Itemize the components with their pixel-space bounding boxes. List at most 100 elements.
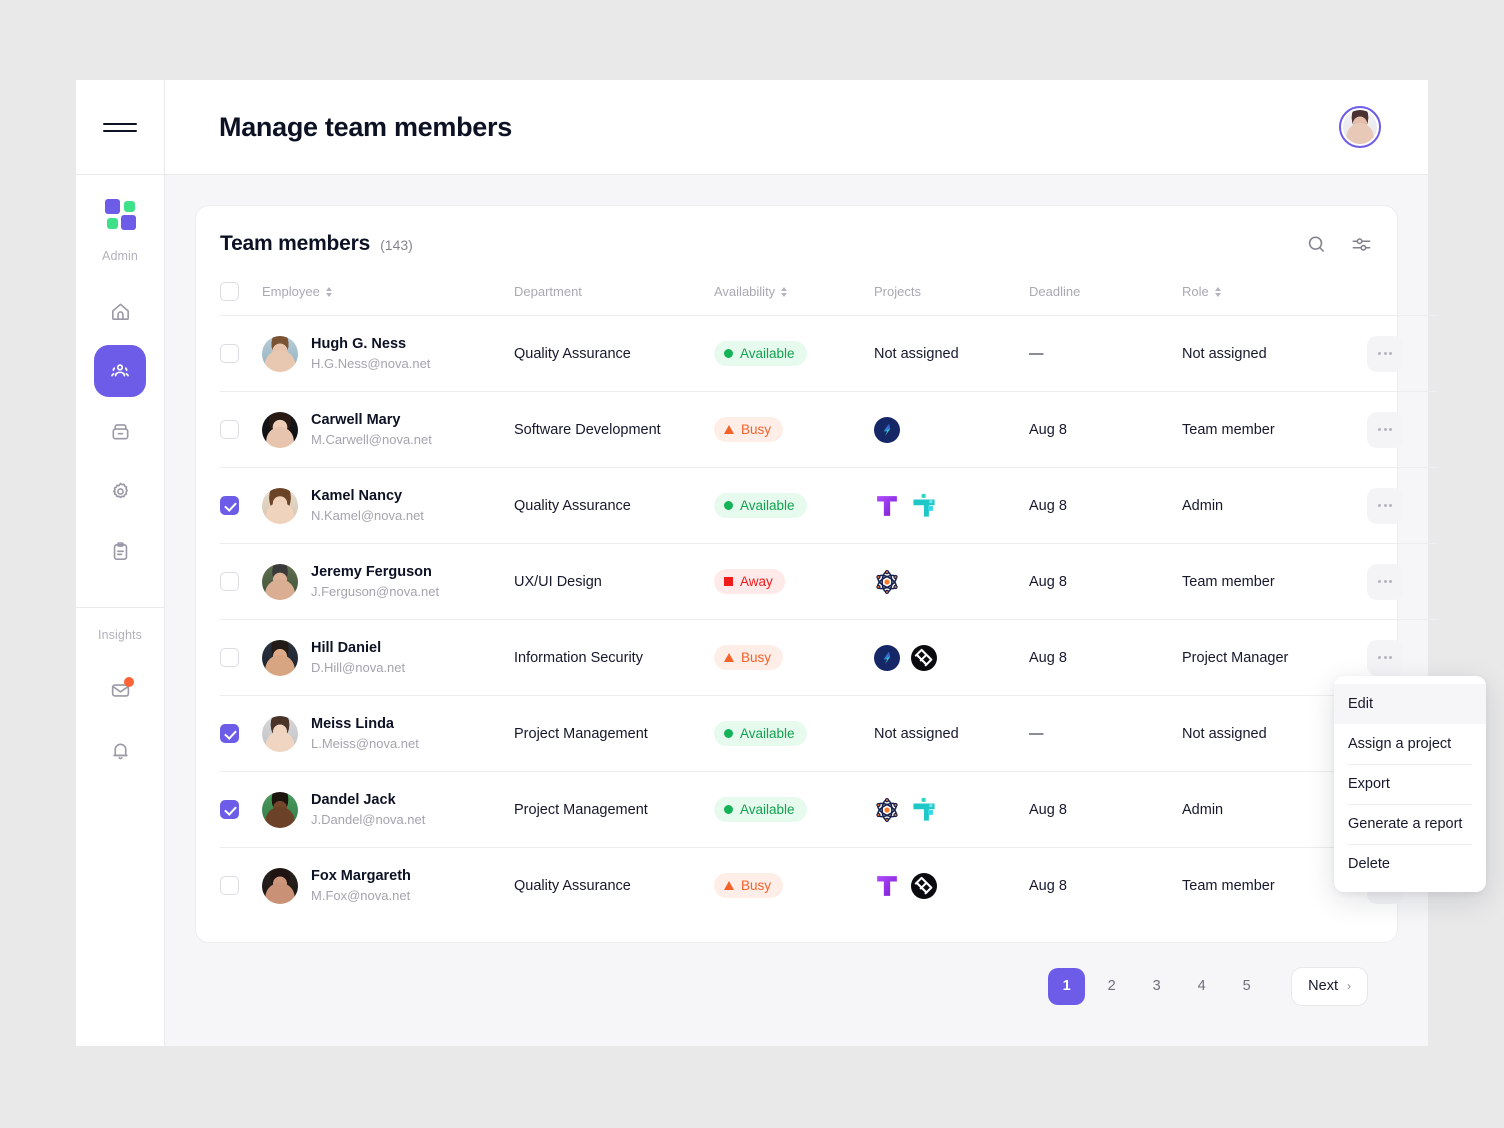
project-tee-icon[interactable]	[874, 493, 900, 519]
row-more-button[interactable]	[1367, 335, 1403, 372]
row-checkbox[interactable]	[220, 648, 239, 667]
sidebar-item-archive[interactable]	[94, 405, 146, 457]
deadline-value: Aug 8	[1029, 421, 1067, 438]
row-checkbox[interactable]	[220, 344, 239, 363]
employee-avatar	[262, 411, 298, 448]
menu-item-edit[interactable]: Edit	[1334, 684, 1486, 724]
projects-cell	[874, 543, 1029, 620]
projects-text: Not assigned	[874, 345, 959, 362]
deadline-value: —	[1029, 345, 1044, 362]
row-more-button[interactable]	[1367, 487, 1403, 524]
page-button-2[interactable]: 2	[1093, 968, 1130, 1005]
role-cell: Admin	[1182, 467, 1367, 544]
department-value: UX/UI Design	[514, 573, 602, 590]
row-select-cell	[220, 467, 262, 544]
department-value: Software Development	[514, 421, 661, 438]
app-logo-icon[interactable]	[102, 197, 138, 233]
header-main: Manage team members	[165, 80, 1428, 174]
row-checkbox[interactable]	[220, 420, 239, 439]
row-select-cell	[220, 315, 262, 392]
select-all-checkbox[interactable]	[220, 282, 239, 301]
project-swirl-icon[interactable]	[874, 645, 900, 671]
row-checkbox[interactable]	[220, 496, 239, 515]
avatar[interactable]	[1339, 106, 1381, 148]
page-button-5[interactable]: 5	[1228, 968, 1265, 1005]
sidebar-item-reports[interactable]	[94, 525, 146, 577]
project-atom-icon[interactable]	[874, 797, 900, 823]
role-cell: Team member	[1182, 543, 1367, 620]
sidebar-item-settings[interactable]	[94, 465, 146, 517]
table-row: Hill Daniel D.Hill@nova.net Information …	[220, 619, 1437, 696]
employee-avatar	[262, 867, 298, 904]
sidebar-item-messages[interactable]	[94, 664, 146, 716]
row-checkbox[interactable]	[220, 876, 239, 896]
page-button-3[interactable]: 3	[1138, 968, 1175, 1005]
role-cell: Not assigned	[1182, 315, 1367, 392]
role-value: Team member	[1182, 573, 1275, 590]
department-cell: UX/UI Design	[514, 543, 714, 620]
sidebar-item-home[interactable]	[94, 285, 146, 337]
team-members-card: Team members (143) Employee Department A…	[195, 205, 1486, 943]
project-weave-icon[interactable]	[911, 645, 937, 671]
row-more-button[interactable]	[1367, 411, 1403, 448]
deadline-value: —	[1029, 725, 1044, 742]
project-swirl-icon[interactable]	[874, 417, 900, 443]
card-header: Team members (143)	[220, 232, 1373, 256]
column-select-all	[220, 282, 262, 316]
sort-role-button[interactable]	[1214, 286, 1221, 297]
role-value: Team member	[1182, 877, 1275, 894]
row-actions-cell	[1367, 315, 1437, 392]
deadline-cell: Aug 8	[1029, 391, 1182, 468]
row-checkbox[interactable]	[220, 800, 239, 819]
employee-cell: Hugh G. Ness H.G.Ness@nova.net	[262, 315, 514, 392]
app-header: Manage team members	[76, 80, 1428, 175]
page-button-4[interactable]: 4	[1183, 968, 1220, 1005]
sidebar-item-team-members[interactable]	[94, 345, 146, 397]
sort-employee-button[interactable]	[325, 286, 332, 297]
employee-avatar	[262, 715, 298, 752]
menu-item-generate-a-report[interactable]: Generate a report	[1334, 804, 1486, 844]
sort-availability-button[interactable]	[781, 286, 788, 297]
archive-icon	[109, 420, 132, 443]
project-atom-icon[interactable]	[874, 569, 900, 595]
employee-name: Hill Daniel	[311, 640, 382, 657]
deadline-cell: —	[1029, 315, 1182, 392]
role-value: Not assigned	[1182, 345, 1267, 362]
status-label: Available	[740, 802, 795, 817]
row-checkbox[interactable]	[220, 572, 239, 591]
status-marker-icon	[724, 881, 734, 891]
sidebar-section-admin-label: Admin	[102, 249, 138, 263]
menu-toggle-button[interactable]	[76, 80, 165, 174]
row-more-button[interactable]	[1367, 639, 1403, 676]
status-marker-icon	[724, 425, 734, 434]
project-tee-icon[interactable]	[874, 873, 900, 899]
status-badge: Available	[714, 721, 807, 746]
project-weave-icon[interactable]	[911, 873, 937, 899]
status-marker-icon	[724, 653, 734, 662]
search-icon[interactable]	[1305, 233, 1328, 256]
deadline-value: Aug 8	[1029, 497, 1067, 514]
deadline-value: Aug 8	[1029, 801, 1067, 818]
availability-cell: Busy	[714, 391, 874, 468]
hamburger-icon	[103, 121, 137, 133]
row-more-button[interactable]	[1367, 563, 1403, 600]
avatar-image	[1343, 110, 1377, 144]
menu-item-delete[interactable]: Delete	[1334, 844, 1486, 884]
employee-name: Fox Margareth	[311, 868, 411, 885]
project-cluster-icon[interactable]	[911, 493, 937, 519]
sidebar-item-notifications[interactable]	[94, 724, 146, 776]
department-cell: Quality Assurance	[514, 315, 714, 392]
filter-sliders-icon[interactable]	[1350, 233, 1373, 256]
row-checkbox[interactable]	[220, 724, 239, 743]
menu-item-assign-a-project[interactable]: Assign a project	[1334, 724, 1486, 764]
project-cluster-icon[interactable]	[911, 797, 937, 823]
employee-cell: Jeremy Ferguson J.Ferguson@nova.net	[262, 543, 514, 620]
employee-name: Kamel Nancy	[311, 488, 403, 505]
status-marker-icon	[724, 805, 733, 814]
next-page-button[interactable]: Next ›	[1291, 966, 1368, 1006]
table-row: Dandel Jack J.Dandel@nova.net Project Ma…	[220, 771, 1437, 848]
project-icons	[874, 417, 1029, 443]
page-button-1[interactable]: 1	[1048, 967, 1086, 1005]
role-value: Not assigned	[1182, 725, 1267, 742]
menu-item-export[interactable]: Export	[1334, 764, 1486, 804]
